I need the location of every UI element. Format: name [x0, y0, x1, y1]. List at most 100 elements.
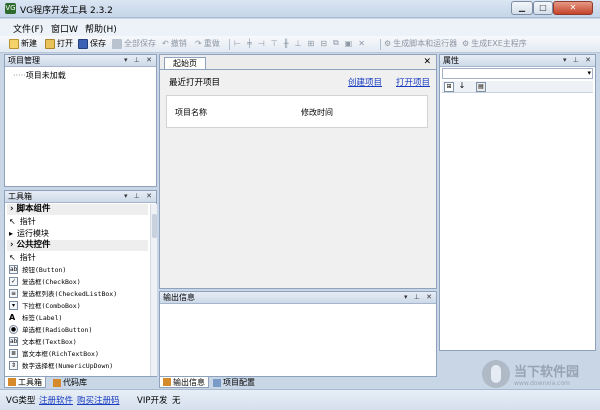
tab-code-library[interactable]: 代码库: [50, 377, 90, 388]
project-tree-item[interactable]: ····· 项目未加载: [13, 70, 66, 81]
toolbox-item[interactable]: ▾ 下拉框(ComboBox): [9, 300, 81, 310]
tab-start-page[interactable]: 起始页: [164, 57, 206, 69]
close-icon[interactable]: ✕: [426, 293, 434, 301]
textbox-icon: ab: [9, 336, 18, 346]
save-disk-icon: [78, 38, 88, 49]
recent-projects-table: 项目名称 修改时间: [166, 95, 428, 128]
align-middle-icon[interactable]: ╫: [284, 39, 289, 48]
menu-window[interactable]: 窗口W: [51, 22, 78, 35]
gear-icon: ⚙: [462, 39, 470, 48]
vip-label: VIP开发: [137, 396, 168, 406]
menu-help[interactable]: 帮助(H): [85, 22, 117, 35]
chevron-down-icon: ▾: [587, 69, 591, 77]
close-icon[interactable]: ✕: [423, 57, 431, 67]
toolbox-item[interactable]: ↖ 指针: [9, 252, 36, 263]
dropdown-icon[interactable]: ▾: [404, 293, 410, 301]
watermark-logo-icon: [482, 360, 510, 388]
output-panel-header: 输出信息 ▾ ⊥ ✕: [160, 292, 436, 304]
pin-icon[interactable]: ⊥: [573, 56, 581, 64]
dropdown-icon[interactable]: ▾: [124, 192, 130, 200]
undo-button[interactable]: ↶ 撤销: [162, 38, 187, 49]
properties-header: 属性 ▾ ⊥ ✕: [440, 55, 595, 67]
categorized-icon[interactable]: ⊞: [444, 82, 454, 92]
column-header-project-name[interactable]: 项目名称: [175, 107, 207, 118]
toolbox-item[interactable]: ⇕ 数字选择框(NumericUpDown): [9, 360, 113, 370]
watermark: 当下软件园 www.downxia.com: [482, 360, 579, 388]
generate-exe-button[interactable]: ⚙ 生成EXE主程序: [462, 38, 527, 49]
vg-type-label: VG类型: [6, 396, 36, 406]
run-module-icon: ▸: [9, 229, 14, 238]
align-left-icon[interactable]: ⊢: [234, 39, 241, 48]
open-project-link[interactable]: 打开项目: [396, 76, 430, 88]
new-button[interactable]: 新建: [9, 38, 37, 49]
open-button[interactable]: 打开: [45, 38, 73, 49]
delete-icon[interactable]: ✕: [358, 39, 365, 48]
scrollbar-thumb[interactable]: [152, 214, 157, 238]
pin-icon[interactable]: ⊥: [134, 192, 142, 200]
bring-front-icon[interactable]: ▣: [345, 39, 353, 48]
toolbox-item[interactable]: ab 文本框(TextBox): [9, 336, 77, 346]
project-panel-header: 项目管理 ▾ ⊥ ✕: [5, 55, 156, 67]
object-selector-dropdown[interactable]: ▾: [442, 68, 593, 79]
toolbox-item[interactable]: A 标签(Label): [9, 312, 62, 323]
same-width-icon[interactable]: ⊞: [308, 39, 315, 48]
toolbar-separator: [380, 39, 381, 50]
output-tab-icon: [163, 378, 171, 386]
pin-icon[interactable]: ⊥: [134, 56, 142, 64]
toolbox-category-common[interactable]: › 公共控件: [7, 240, 148, 251]
align-right-icon[interactable]: ⊣: [258, 39, 265, 48]
close-button[interactable]: ✕: [553, 1, 593, 15]
generate-script-button[interactable]: ⚙ 生成脚本和运行器: [384, 38, 457, 49]
toolbox-item[interactable]: ab 按钮(Button): [9, 264, 66, 274]
sort-alpha-icon[interactable]: ↓: [457, 82, 467, 92]
tree-line-icon: ·····: [13, 71, 26, 80]
menu-file[interactable]: 文件(F): [13, 22, 43, 35]
toolbar: 新建 打开 保存 全部保存 ↶ 撤销 ↷ 重做 ⊢ ╪ ⊣ ⊤ ╫ ⊥ ⊞ ⊟ …: [0, 36, 600, 53]
pin-icon[interactable]: ⊥: [414, 293, 422, 301]
project-panel-title: 项目管理: [8, 56, 40, 65]
align-center-icon[interactable]: ╪: [247, 39, 252, 48]
align-bottom-icon[interactable]: ⊥: [295, 39, 302, 48]
tab-project-config[interactable]: 项目配置: [210, 377, 258, 388]
close-icon[interactable]: ✕: [146, 56, 154, 64]
toolbox-item[interactable]: ● 单选框(RadioButton): [9, 324, 92, 334]
buy-license-link[interactable]: 购买注册码: [77, 394, 120, 406]
document-area: 起始页 ✕ 最近打开项目 创建项目 打开项目 项目名称 修改时间: [159, 54, 437, 289]
toolbox-item[interactable]: ≡ 复选框列表(CheckedListBox): [9, 288, 117, 298]
dropdown-icon[interactable]: ▾: [124, 56, 130, 64]
toolbox-panel: 工具箱 ▾ ⊥ ✕ › 脚本组件 ↖ 指针 ▸ 运行模块 › 公共控件 ↖ 指针 ab…: [4, 190, 157, 377]
dropdown-icon[interactable]: ▾: [563, 56, 569, 64]
save-all-button[interactable]: 全部保存: [112, 38, 156, 49]
same-size-icon[interactable]: ⧉: [333, 38, 339, 48]
toolbox-item[interactable]: ✓ 复选框(CheckBox): [9, 276, 81, 286]
column-header-modified-time[interactable]: 修改时间: [301, 107, 333, 118]
undo-icon: ↶: [162, 39, 169, 48]
numeric-updown-icon: ⇕: [9, 360, 18, 370]
close-icon[interactable]: ✕: [146, 192, 154, 200]
toolbox-category-script[interactable]: › 脚本组件: [7, 204, 148, 215]
toolbox-scrollbar[interactable]: [150, 204, 157, 376]
redo-button[interactable]: ↷ 重做: [195, 38, 220, 49]
maximize-button[interactable]: □: [533, 1, 553, 15]
label-icon: A: [9, 312, 16, 322]
toolbox-item[interactable]: ≣ 富文本框(RichTextBox): [9, 348, 99, 358]
properties-toolbar: ⊞ ↓ ▤: [442, 81, 593, 93]
output-panel: 输出信息 ▾ ⊥ ✕: [159, 291, 437, 377]
toolbox-item[interactable]: ▸ 运行模块: [9, 228, 49, 239]
align-top-icon[interactable]: ⊤: [271, 39, 278, 48]
close-icon[interactable]: ✕: [585, 56, 593, 64]
pointer-icon: ↖: [9, 217, 16, 226]
minimize-button[interactable]: ▁: [511, 1, 533, 15]
toolbox-tab-icon: [8, 378, 16, 386]
start-page: 最近打开项目 创建项目 打开项目 项目名称 修改时间: [160, 69, 436, 288]
register-software-link[interactable]: 注册软件: [39, 394, 73, 406]
same-height-icon[interactable]: ⊟: [320, 39, 327, 48]
combobox-icon: ▾: [9, 300, 18, 310]
tab-output[interactable]: 输出信息: [159, 377, 209, 388]
toolbox-item[interactable]: ↖ 指针: [9, 216, 36, 227]
tab-toolbox[interactable]: 工具箱: [4, 377, 46, 388]
property-pages-icon[interactable]: ▤: [476, 82, 486, 92]
align-tools-group: ⊢ ╪ ⊣ ⊤ ╫ ⊥ ⊞ ⊟ ⧉ ▣ ✕: [234, 38, 365, 48]
save-button[interactable]: 保存: [78, 38, 106, 49]
create-project-link[interactable]: 创建项目: [348, 76, 382, 88]
